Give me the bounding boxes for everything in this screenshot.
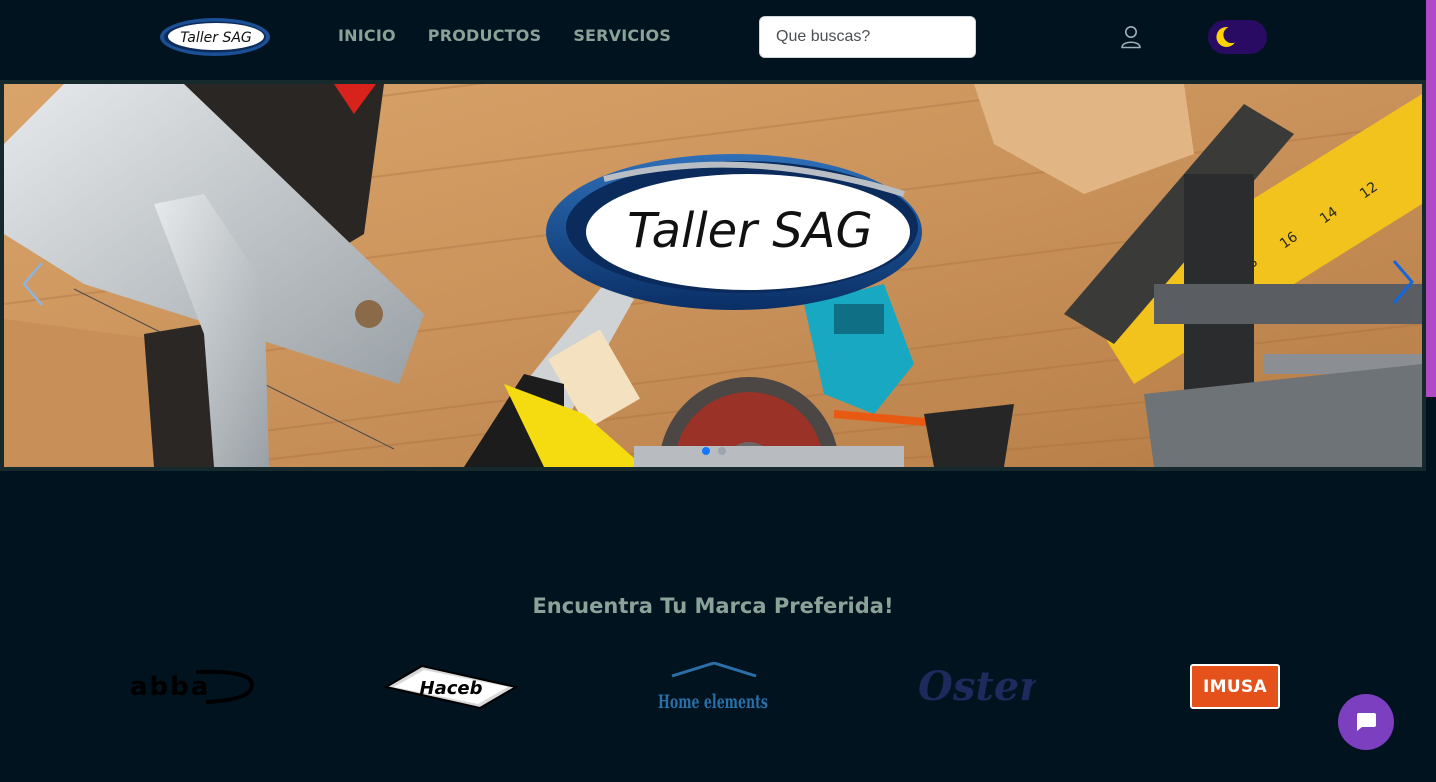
brand-imusa-logo[interactable]: IMUSA <box>1190 664 1280 709</box>
brand-imusa-text: IMUSA <box>1203 676 1267 697</box>
brand-haceb-text: Haceb <box>420 678 483 699</box>
main-nav: INICIO PRODUCTOS SERVICIOS <box>338 26 671 45</box>
moon-icon <box>1216 26 1235 47</box>
carousel-next-button[interactable] <box>1388 257 1418 307</box>
brand-abba-text: abba <box>130 672 210 702</box>
brand-oster-logo[interactable]: Oster <box>914 660 1036 712</box>
nav-inicio[interactable]: INICIO <box>338 26 396 45</box>
search-input[interactable] <box>759 16 976 58</box>
brand-abba-logo[interactable]: abba <box>126 664 256 708</box>
brand-oster-text: Oster <box>918 663 1036 710</box>
site-header: Taller SAG INICIO PRODUCTOS SERVICIOS <box>0 0 1424 80</box>
site-logo-text: Taller SAG <box>180 30 252 46</box>
theme-toggle[interactable] <box>1208 20 1267 54</box>
chevron-left-icon <box>22 262 43 306</box>
nav-productos[interactable]: PRODUCTOS <box>428 26 542 45</box>
brand-home-elements-logo[interactable]: Home elements <box>656 662 770 712</box>
nav-servicios[interactable]: SERVICIOS <box>573 26 671 45</box>
hero-image: 22 20 18 16 14 12 <box>4 84 1422 467</box>
site-logo[interactable]: Taller SAG <box>159 17 271 57</box>
scrollbar-thumb[interactable] <box>1426 0 1436 397</box>
brands-title: Encuentra Tu Marca Preferida! <box>532 594 894 618</box>
carousel-dot-1[interactable] <box>702 447 710 455</box>
hero-slide: 22 20 18 16 14 12 <box>4 84 1422 467</box>
chat-button[interactable] <box>1338 694 1394 750</box>
chat-icon <box>1356 713 1376 731</box>
brand-home-elements-text: Home elements <box>658 691 768 712</box>
carousel-prev-button[interactable] <box>18 259 48 309</box>
chevron-right-icon <box>1392 260 1414 304</box>
user-icon[interactable] <box>1120 25 1142 49</box>
carousel-dot-2[interactable] <box>718 447 726 455</box>
brand-haceb-logo[interactable]: Haceb <box>384 664 518 710</box>
hero-carousel: 22 20 18 16 14 12 <box>0 80 1426 471</box>
hero-logo-text: Taller SAG <box>627 203 872 259</box>
carousel-indicators <box>702 447 726 455</box>
